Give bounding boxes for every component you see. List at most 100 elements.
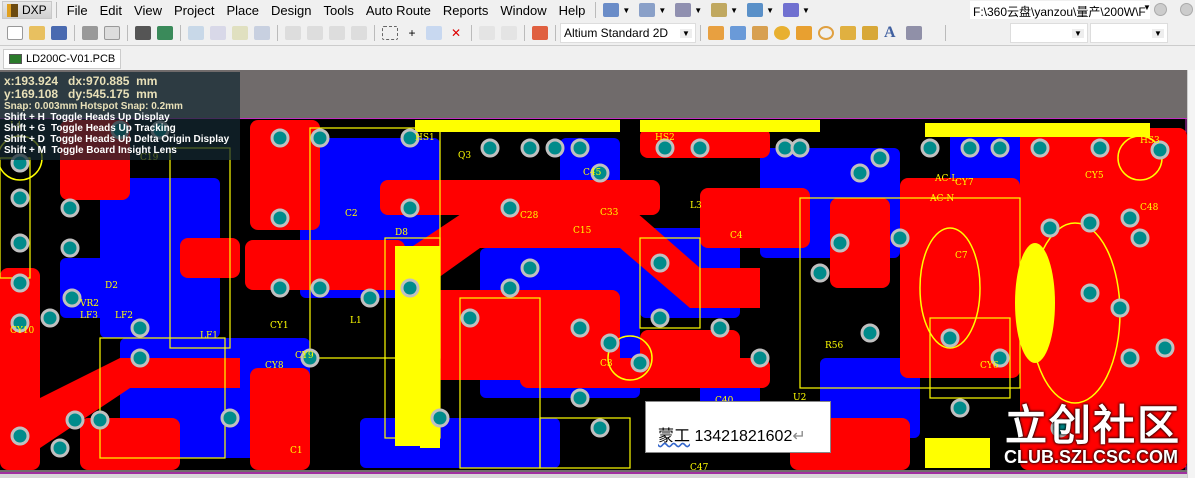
copy-icon[interactable] (307, 26, 323, 40)
design-rule-icon[interactable] (603, 3, 620, 17)
new-file-icon[interactable] (7, 26, 23, 40)
move-icon[interactable]: + (404, 26, 420, 40)
project-path-field[interactable]: F:\360云盘\yanzou\量产\200W\F (970, 1, 1150, 19)
cut-icon[interactable] (285, 26, 301, 40)
overlay-fill (925, 438, 990, 468)
menu-design[interactable]: Design (265, 3, 317, 18)
menu-bar: DXP File Edit View Project Place Design … (0, 0, 1195, 20)
paste-icon[interactable] (329, 26, 345, 40)
pad (810, 263, 830, 283)
via-icon[interactable] (796, 26, 812, 40)
designator-label: HS3 (1140, 136, 1160, 146)
pad (60, 198, 80, 218)
menu-place[interactable]: Place (220, 3, 265, 18)
print-preview-icon[interactable] (104, 26, 120, 40)
forward-icon[interactable] (1180, 3, 1193, 16)
pad (500, 278, 520, 298)
chevron-down-icon[interactable]: ▼ (622, 6, 630, 15)
menu-tools[interactable]: Tools (317, 3, 359, 18)
pcb-view-icon[interactable] (157, 26, 173, 40)
menu-project[interactable]: Project (168, 3, 220, 18)
diff-pair-route-icon[interactable] (752, 26, 768, 40)
zoom-fit-icon[interactable] (188, 26, 204, 40)
top-copper-region (180, 238, 240, 278)
undo-icon[interactable] (479, 26, 495, 40)
chevron-down-icon[interactable]: ▼ (766, 6, 774, 15)
menu-reports[interactable]: Reports (437, 3, 495, 18)
watermark-title: 立创社区 (1005, 402, 1182, 449)
designator-label: HS1 (415, 133, 435, 143)
chevron-down-icon[interactable]: ▼ (694, 6, 702, 15)
component-icon[interactable] (906, 26, 922, 40)
interactive-route-icon[interactable] (708, 26, 724, 40)
hud-shortcut: Shift + M Toggle Board Insight Lens (4, 145, 177, 156)
designator-label: C28 (520, 211, 539, 221)
room-icon[interactable] (747, 3, 764, 17)
chevron-down-icon[interactable]: ▼ (1143, 3, 1151, 12)
measure-icon[interactable] (711, 3, 728, 17)
dxp-menu[interactable]: DXP (2, 1, 52, 19)
open-folder-icon[interactable] (29, 26, 45, 40)
designator-label: C4 (730, 231, 743, 241)
menu-edit[interactable]: Edit (94, 3, 128, 18)
hud-shortcut: Shift + H Toggle Heads Up Display (4, 112, 170, 123)
clear-filter-icon[interactable]: ✕ (448, 26, 464, 40)
designator-label: CY8 (265, 361, 284, 371)
pad (960, 138, 980, 158)
grid-icon[interactable] (783, 3, 800, 17)
save-icon[interactable] (51, 26, 67, 40)
filter-select-2[interactable]: ▼ (1090, 23, 1168, 43)
document-tab-bar: LD200C-V01.PCB (0, 45, 1195, 70)
arc-icon[interactable] (818, 26, 834, 40)
pad (430, 408, 450, 428)
pad (650, 253, 670, 273)
redo-icon[interactable] (501, 26, 517, 40)
pad (860, 323, 880, 343)
string-icon[interactable]: A (884, 25, 900, 41)
pad (1120, 208, 1140, 228)
pad (90, 410, 110, 430)
3d-view-icon[interactable] (135, 26, 151, 40)
select-icon[interactable] (675, 3, 692, 17)
menu-file[interactable]: File (61, 3, 94, 18)
zoom-area-icon[interactable] (210, 26, 226, 40)
pad (850, 163, 870, 183)
cross-probe-icon[interactable] (532, 26, 548, 40)
rubber-stamp-icon[interactable] (351, 26, 367, 40)
route-multiple-icon[interactable] (730, 26, 746, 40)
note-phone: 13421821602 (694, 428, 793, 445)
pad (590, 418, 610, 438)
menu-help[interactable]: Help (553, 3, 592, 18)
watermark-url: CLUB.SZLCSC.COM (1004, 447, 1178, 467)
zoom-selected-icon[interactable] (232, 26, 248, 40)
fill-icon[interactable] (840, 26, 856, 40)
view-mode-select[interactable]: Altium Standard 2D ▼ (560, 23, 696, 43)
back-icon[interactable] (1154, 3, 1167, 16)
pad (270, 278, 290, 298)
chevron-down-icon[interactable]: ▼ (802, 6, 810, 15)
designator-label: C33 (600, 208, 619, 218)
tab-pcb-document[interactable]: LD200C-V01.PCB (3, 49, 122, 69)
align-icon[interactable] (639, 3, 656, 17)
filter-select-1[interactable]: ▼ (1010, 23, 1088, 43)
separator (277, 25, 278, 41)
vertical-scrollbar[interactable] (1187, 70, 1195, 478)
deselect-icon[interactable] (426, 26, 442, 40)
bottom-copper-region (60, 258, 110, 318)
zoom-filtered-icon[interactable] (254, 26, 270, 40)
menu-window[interactable]: Window (494, 3, 552, 18)
print-icon[interactable] (82, 26, 98, 40)
menu-auto-route[interactable]: Auto Route (360, 3, 437, 18)
pad-icon[interactable] (774, 26, 790, 40)
horizontal-scrollbar[interactable] (0, 472, 1187, 478)
designator-label: LF3 (80, 311, 98, 321)
designator-label: CY5 (1085, 171, 1104, 181)
chevron-down-icon[interactable]: ▼ (658, 6, 666, 15)
chevron-down-icon[interactable]: ▼ (730, 6, 738, 15)
select-area-icon[interactable] (382, 26, 398, 40)
hud-shortcut: Shift + G Toggle Heads Up Tracking (4, 123, 176, 134)
separator (374, 25, 375, 41)
pad (62, 288, 82, 308)
polygon-icon[interactable] (862, 26, 878, 40)
menu-view[interactable]: View (128, 3, 168, 18)
